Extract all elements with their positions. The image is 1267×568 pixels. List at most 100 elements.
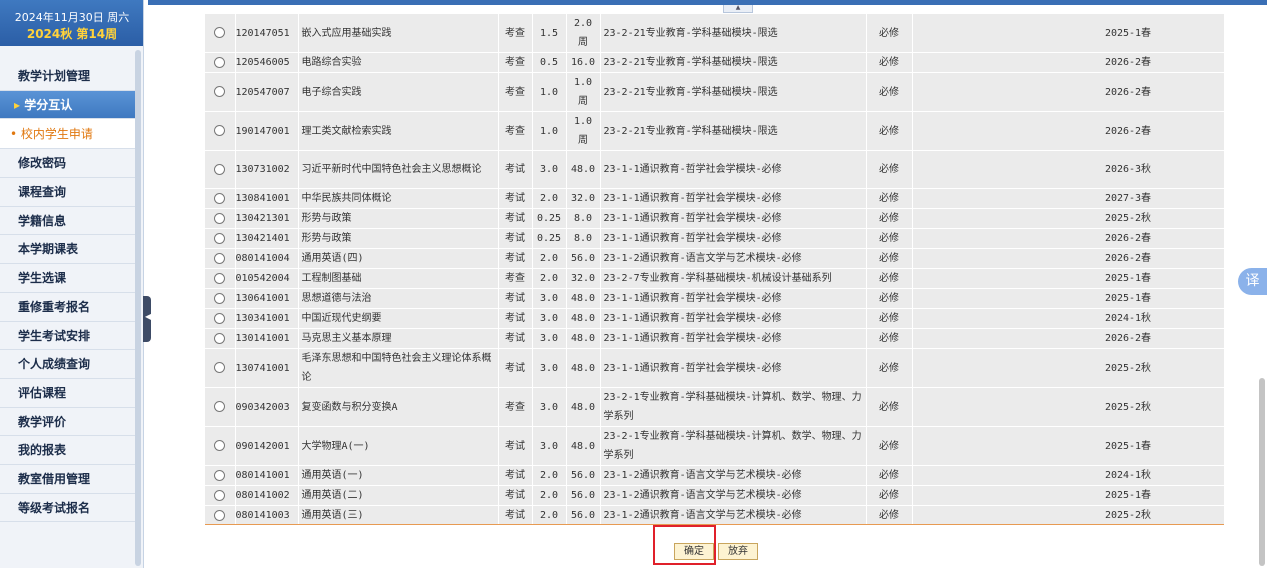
- radio-cell: [205, 328, 236, 349]
- assessment-type: 考试: [498, 208, 533, 229]
- sidebar-item-0[interactable]: 教学计划管理: [0, 62, 137, 91]
- row-radio-button[interactable]: [214, 312, 226, 324]
- hours: 32.0: [566, 268, 601, 289]
- row-radio-button[interactable]: [214, 125, 226, 136]
- row-radio-button[interactable]: [214, 56, 226, 68]
- table-row: 130741001 毛泽东思想和中国特色社会主义理论体系概论 考试 3.0 48.0 23…: [205, 348, 1225, 388]
- course-code: 130731002: [235, 150, 299, 189]
- row-radio-button[interactable]: [214, 212, 226, 224]
- course-table: 120147051 嵌入式应用基础实践 考查 1.5 2.0 周 23-2-21专业教育-…: [205, 14, 1225, 526]
- credit: 3.0: [532, 387, 567, 427]
- sidebar-item-label: 教学评价: [18, 414, 67, 429]
- course-code: 090142001: [235, 426, 299, 466]
- sidebar-item-14[interactable]: 教室借用管理: [0, 465, 137, 494]
- course-code: 090342003: [235, 387, 299, 427]
- sidebar-item-5[interactable]: 学籍信息: [0, 207, 137, 236]
- sidebar-item-7[interactable]: 学生选课: [0, 264, 137, 293]
- sidebar-collapse-handle[interactable]: ◀: [143, 296, 151, 342]
- cancel-button[interactable]: 放弃: [718, 543, 758, 560]
- sidebar-item-6[interactable]: 本学期课表: [0, 235, 137, 265]
- course-code: 130341001: [235, 308, 299, 329]
- row-radio-button[interactable]: [214, 509, 226, 521]
- sidebar-item-2[interactable]: • 校内学生申请: [0, 119, 137, 150]
- row-radio-button[interactable]: [214, 272, 226, 284]
- table-row: 190147001 理工类文献检索实践 考查 1.0 1.0 周 23-2-21专业教育-…: [205, 111, 1225, 151]
- assessment-type: 考试: [498, 348, 533, 388]
- current-week: 2024秋 第14周: [26, 27, 118, 41]
- course-code: 130141001: [235, 328, 299, 349]
- course-name: 电子综合实践: [298, 72, 499, 112]
- confirm-button[interactable]: 确定: [674, 543, 714, 560]
- sidebar-item-label: 重修重考报名: [18, 299, 91, 314]
- table-row: 130641001 思想道德与法治 考试 3.0 48.0 23-1-1通识教育-哲学社会…: [205, 288, 1225, 309]
- sidebar-item-13[interactable]: 我的报表: [0, 436, 137, 465]
- assessment-type: 考试: [498, 426, 533, 466]
- course-name: 复变函数与积分变换A: [298, 387, 499, 427]
- assessment-type: 考试: [498, 288, 533, 309]
- row-radio-button[interactable]: [214, 440, 226, 451]
- course-code: 120547007: [235, 72, 299, 112]
- hours: 2.0 周: [566, 14, 601, 53]
- row-radio-button[interactable]: [214, 252, 226, 264]
- page-scrollbar[interactable]: [1259, 378, 1265, 566]
- course-code: 130741001: [235, 348, 299, 388]
- term: 2025-1春: [912, 426, 1225, 466]
- radio-cell: [205, 426, 236, 466]
- program-module: 23-1-2通识教育-语言文学与艺术模块-必修: [600, 505, 867, 526]
- hours: 48.0: [566, 150, 601, 189]
- row-radio-button[interactable]: [214, 86, 226, 97]
- row-radio-button[interactable]: [214, 27, 226, 38]
- row-radio-button[interactable]: [214, 292, 226, 304]
- date-header: 2024年11月30日 周六 2024秋 第14周: [0, 0, 143, 46]
- table-row: 090342003 复变函数与积分变换A 考查 3.0 48.0 23-2-1专业教育-学…: [205, 387, 1225, 427]
- radio-cell: [205, 72, 236, 112]
- sidebar-item-4[interactable]: 课程查询: [0, 178, 137, 207]
- hours: 48.0: [566, 308, 601, 329]
- sidebar-item-3[interactable]: 修改密码: [0, 149, 137, 179]
- sidebar-scrollbar[interactable]: [135, 50, 141, 566]
- program-module: 23-2-21专业教育-学科基础模块-限选: [600, 14, 867, 53]
- sidebar-item-15[interactable]: 等级考试报名: [0, 494, 137, 523]
- sidebar-item-12[interactable]: 教学评价: [0, 408, 137, 437]
- program-module: 23-2-1专业教育-学科基础模块-计算机、数学、物理、力学系列: [600, 387, 867, 427]
- assessment-type: 考试: [498, 228, 533, 249]
- course-name: 形势与政策: [298, 228, 499, 249]
- table-row: 120547007 电子综合实践 考查 1.0 1.0 周 23-2-21专业教育-学科基…: [205, 72, 1225, 112]
- row-radio-button[interactable]: [214, 332, 226, 344]
- sidebar-item-label: 课程查询: [18, 185, 67, 200]
- row-radio-button[interactable]: [214, 163, 226, 175]
- sidebar-item-9[interactable]: 学生考试安排: [0, 322, 137, 351]
- sidebar-item-10[interactable]: 个人成绩查询: [0, 350, 137, 379]
- term: 2025-2秋: [912, 348, 1225, 388]
- table-row: 120147051 嵌入式应用基础实践 考查 1.5 2.0 周 23-2-21专业教育-…: [205, 14, 1225, 53]
- program-module: 23-1-1通识教育-哲学社会学模块-必修: [600, 208, 867, 229]
- term: 2024-1秋: [912, 308, 1225, 329]
- radio-cell: [205, 188, 236, 209]
- course-name: 理工类文献检索实践: [298, 111, 499, 151]
- sidebar-item-8[interactable]: 重修重考报名: [0, 293, 137, 322]
- top-expand-tab[interactable]: ▲: [723, 5, 753, 13]
- row-radio-button[interactable]: [214, 401, 226, 412]
- program-module: 23-1-1通识教育-哲学社会学模块-必修: [600, 348, 867, 388]
- sidebar-item-label: 教室借用管理: [18, 471, 91, 486]
- course-type: 必修: [866, 150, 913, 189]
- top-bar: [148, 0, 1267, 5]
- credit: 3.0: [532, 426, 567, 466]
- course-name: 中华民族共同体概论: [298, 188, 499, 209]
- credit: 1.0: [532, 111, 567, 151]
- translate-button[interactable]: 译: [1238, 268, 1267, 295]
- sidebar-item-11[interactable]: 评估课程: [0, 379, 137, 408]
- sidebar-item-1[interactable]: ▸ 学分互认: [0, 90, 137, 120]
- hours: 1.0 周: [566, 111, 601, 151]
- row-radio-button[interactable]: [214, 192, 226, 204]
- row-radio-button[interactable]: [214, 489, 226, 501]
- term: 2025-2秋: [912, 208, 1225, 229]
- term: 2025-1春: [912, 14, 1225, 53]
- course-name: 习近平新时代中国特色社会主义思想概论: [298, 150, 499, 189]
- table-row: 130731002 习近平新时代中国特色社会主义思想概论 考试 3.0 48.0 23-1…: [205, 150, 1225, 189]
- row-radio-button[interactable]: [214, 469, 226, 481]
- row-radio-button[interactable]: [214, 232, 226, 244]
- row-radio-button[interactable]: [214, 362, 226, 373]
- sidebar-item-label: 学分互认: [24, 97, 73, 112]
- credit: 2.0: [532, 268, 567, 289]
